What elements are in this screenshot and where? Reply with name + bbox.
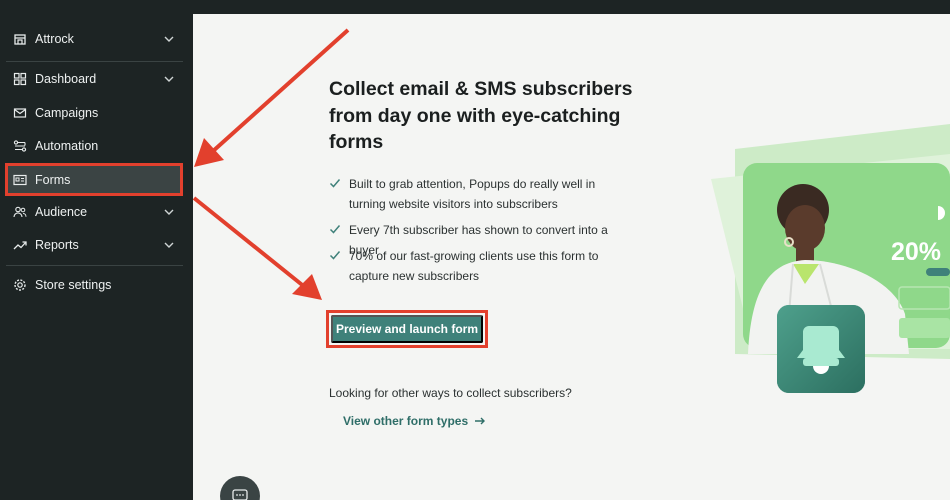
benefit-text: 70% of our fast-growing clients use this… bbox=[349, 249, 599, 283]
gear-icon bbox=[13, 278, 27, 292]
chevron-down-icon bbox=[164, 36, 174, 42]
sidebar-item-forms[interactable]: Forms bbox=[5, 163, 183, 196]
chat-icon bbox=[232, 489, 248, 500]
form-icon bbox=[13, 173, 27, 187]
promo-percent: 20% bbox=[891, 238, 942, 266]
sidebar-item-label: Reports bbox=[35, 237, 79, 252]
sidebar-item-campaigns[interactable]: Campaigns bbox=[0, 96, 193, 129]
sidebar-item-label: Forms bbox=[35, 172, 71, 187]
sidebar-divider bbox=[6, 265, 183, 266]
sidebar-item-label: Campaigns bbox=[35, 105, 99, 120]
sidebar-item-store-switcher[interactable]: Attrock bbox=[0, 22, 193, 55]
check-icon bbox=[329, 179, 341, 188]
arrow-right-icon bbox=[475, 417, 486, 425]
sidebar-item-store-settings[interactable]: Store settings bbox=[0, 268, 193, 301]
sidebar-item-label: Audience bbox=[35, 204, 88, 219]
trend-icon bbox=[13, 238, 27, 252]
grid-icon bbox=[13, 72, 27, 86]
preview-launch-button[interactable]: Preview and launch form bbox=[331, 315, 483, 343]
chevron-down-icon bbox=[164, 76, 174, 82]
page-title: Collect email & SMS subscribers from day… bbox=[329, 78, 633, 153]
sidebar-item-dashboard[interactable]: Dashboard bbox=[0, 62, 193, 95]
sidebar: Attrock Dashboard Campaigns Automation F… bbox=[0, 14, 193, 500]
sidebar-item-label: Dashboard bbox=[35, 71, 97, 86]
top-bar bbox=[0, 0, 950, 14]
other-ways-question: Looking for other ways to collect subscr… bbox=[329, 386, 572, 400]
mail-icon bbox=[13, 106, 27, 120]
sidebar-item-label: Attrock bbox=[35, 31, 74, 46]
benefit-text: Built to grab attention, Popups do reall… bbox=[349, 177, 596, 211]
check-icon bbox=[329, 251, 341, 260]
check-icon bbox=[329, 225, 341, 234]
chevron-down-icon bbox=[164, 242, 174, 248]
store-icon bbox=[13, 32, 27, 46]
sidebar-item-label: Store settings bbox=[35, 277, 112, 292]
sidebar-item-reports[interactable]: Reports bbox=[0, 228, 193, 261]
flow-icon bbox=[13, 139, 27, 153]
main-content: 20% Collect email & SMS subscribers from… bbox=[193, 14, 950, 500]
people-icon bbox=[13, 205, 27, 219]
sidebar-item-audience[interactable]: Audience bbox=[0, 195, 193, 228]
sidebar-item-label: Automation bbox=[35, 138, 99, 153]
benefit-item: Built to grab attention, Popups do reall… bbox=[329, 174, 629, 214]
chevron-down-icon bbox=[164, 209, 174, 215]
sidebar-item-automation[interactable]: Automation bbox=[0, 129, 193, 162]
cta-highlight: Preview and launch form bbox=[326, 310, 488, 348]
benefit-item: 70% of our fast-growing clients use this… bbox=[329, 246, 629, 286]
view-other-form-types-link[interactable]: View other form types bbox=[343, 414, 486, 428]
link-label: View other form types bbox=[343, 414, 469, 428]
